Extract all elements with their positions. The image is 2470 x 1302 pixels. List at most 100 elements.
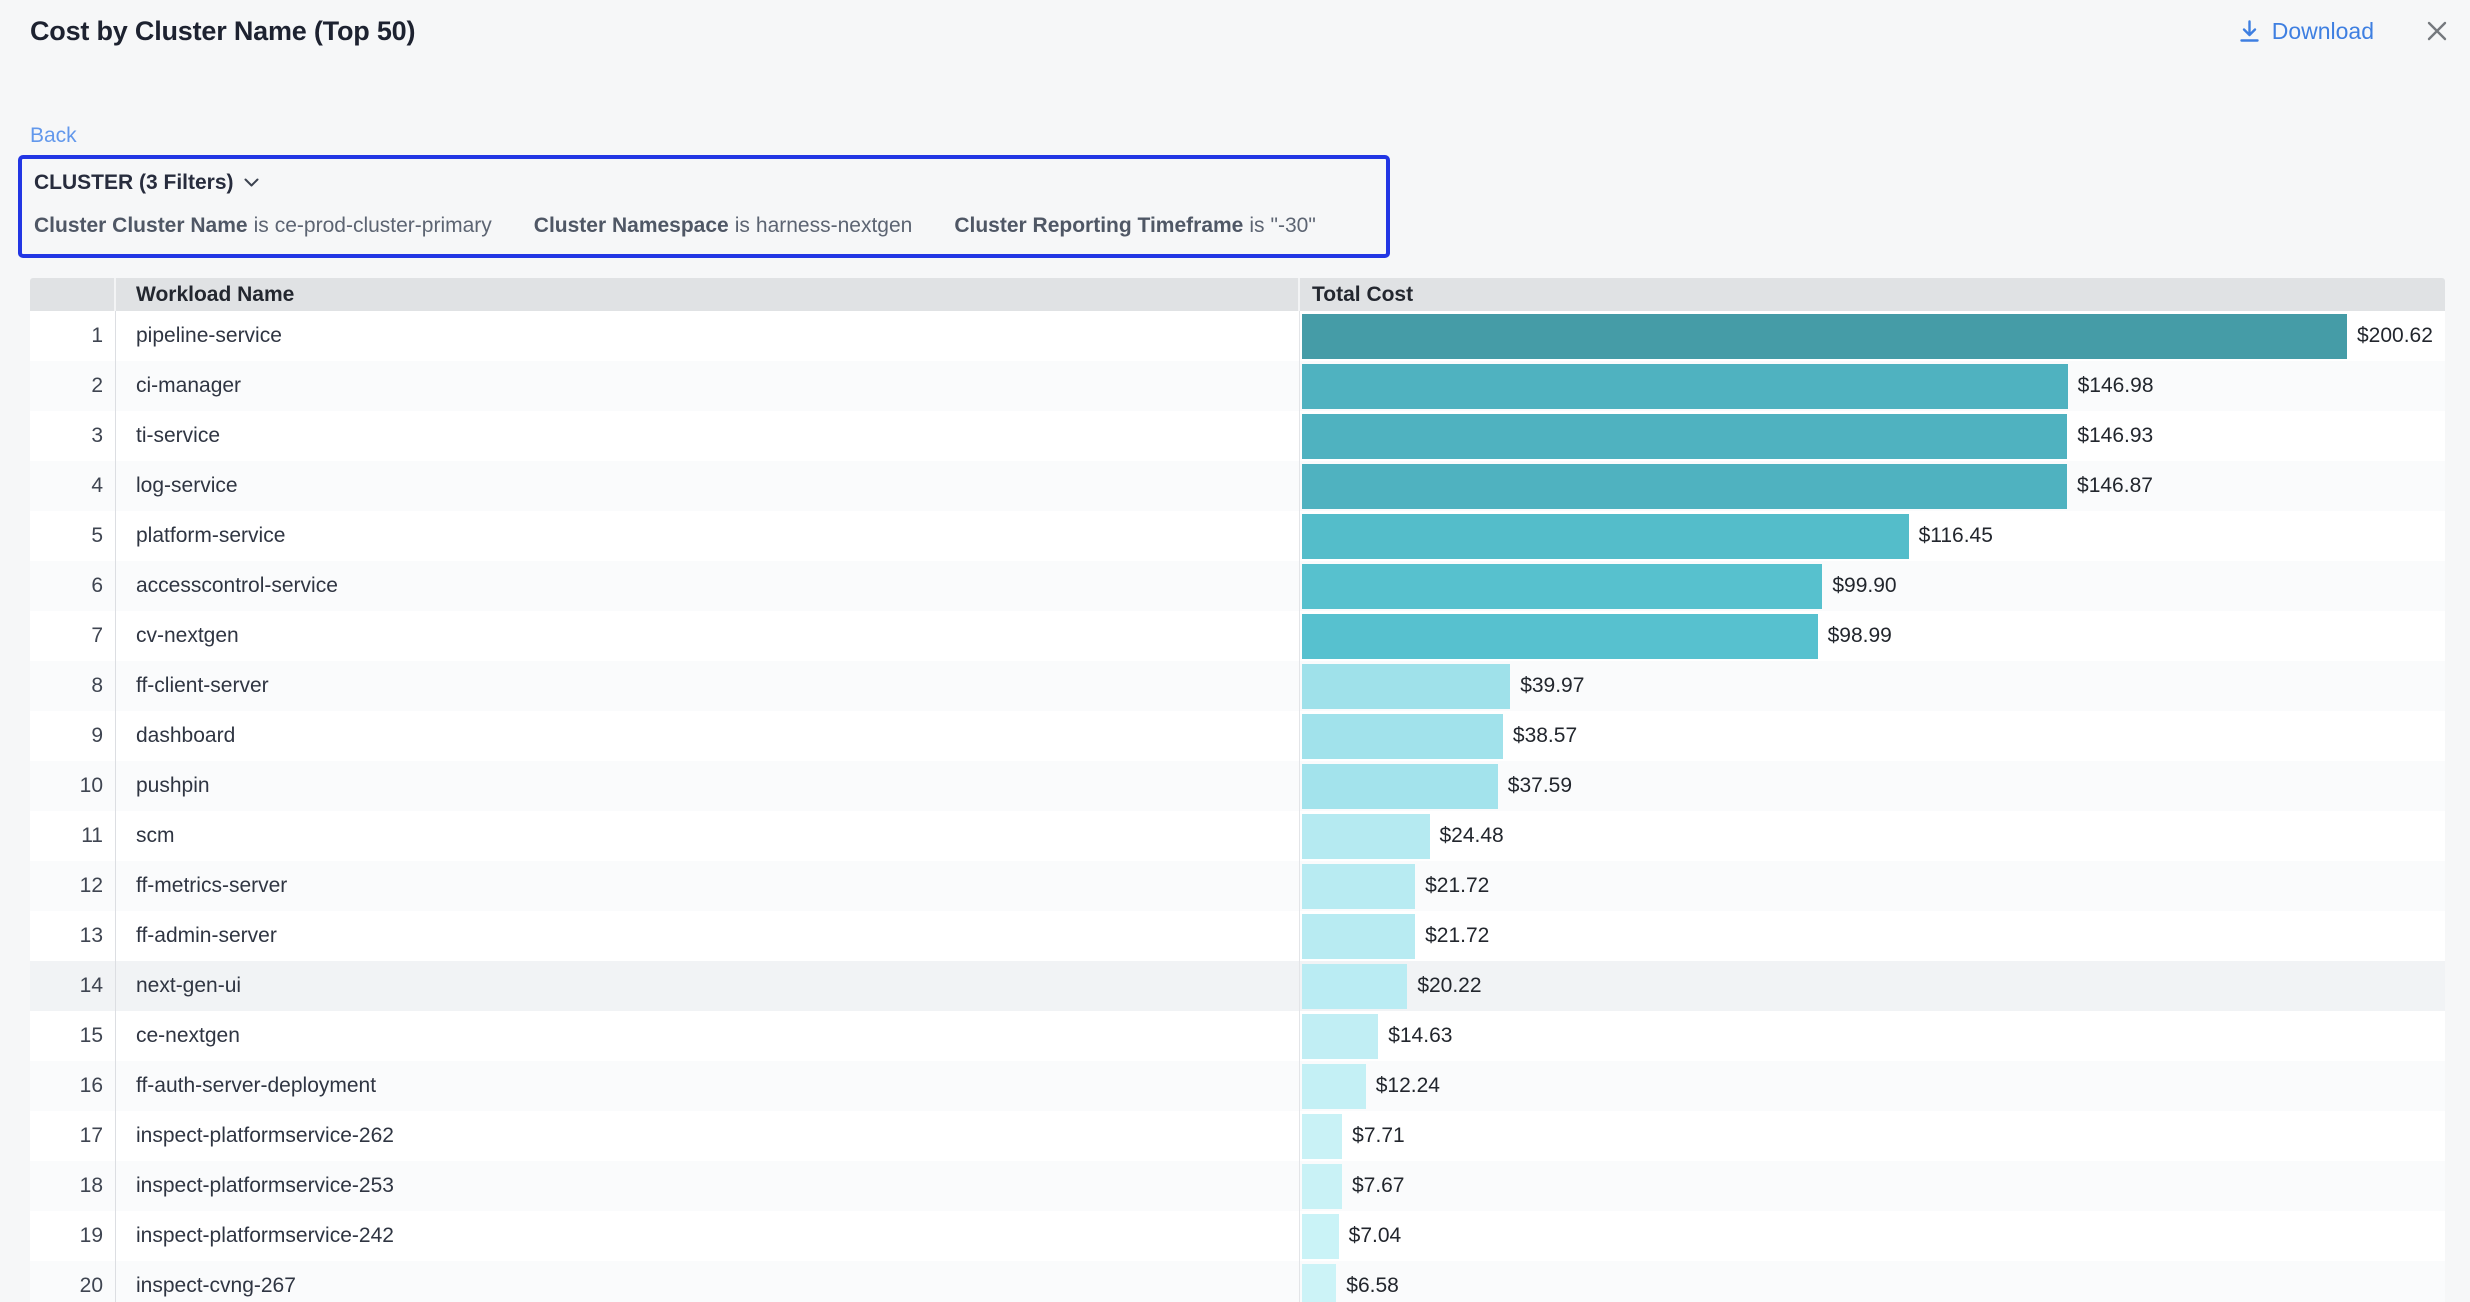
workload-name: ff-client-server [116, 661, 1300, 711]
table-row[interactable]: 16 ff-auth-server-deployment $12.24 [30, 1061, 2445, 1111]
table-row[interactable]: 14 next-gen-ui $20.22 [30, 961, 2445, 1011]
table-row[interactable]: 17 inspect-platformservice-262 $7.71 [30, 1111, 2445, 1161]
cost-value: $98.99 [1828, 624, 1892, 648]
filter-operator: is [254, 213, 269, 239]
table-row[interactable]: 1 pipeline-service $200.62 [30, 311, 2445, 361]
row-rank: 15 [30, 1011, 116, 1061]
row-rank: 8 [30, 661, 116, 711]
table-row[interactable]: 13 ff-admin-server $21.72 [30, 911, 2445, 961]
column-header-rank [30, 278, 116, 311]
cost-value: $14.63 [1388, 1024, 1452, 1048]
table-row[interactable]: 12 ff-metrics-server $21.72 [30, 861, 2445, 911]
cost-bar [1302, 364, 2068, 409]
close-button[interactable] [2422, 16, 2452, 46]
table-row[interactable]: 7 cv-nextgen $98.99 [30, 611, 2445, 661]
download-button[interactable]: Download [2238, 18, 2374, 45]
workload-name: inspect-cvng-267 [116, 1261, 1300, 1302]
table-row[interactable]: 19 inspect-platformservice-242 $7.04 [30, 1211, 2445, 1261]
cost-value: $21.72 [1425, 874, 1489, 898]
total-cost-cell: $21.72 [1300, 911, 2445, 961]
row-rank: 2 [30, 361, 116, 411]
table-row[interactable]: 11 scm $24.48 [30, 811, 2445, 861]
table-row[interactable]: 10 pushpin $37.59 [30, 761, 2445, 811]
cost-value: $39.97 [1520, 674, 1584, 698]
cost-value: $99.90 [1832, 574, 1896, 598]
workload-name: ce-nextgen [116, 1011, 1300, 1061]
back-link[interactable]: Back [30, 124, 77, 148]
cost-bar [1302, 764, 1498, 809]
header-actions: Download [2238, 14, 2452, 46]
cost-value: $21.72 [1425, 924, 1489, 948]
row-rank: 20 [30, 1261, 116, 1302]
table-row[interactable]: 8 ff-client-server $39.97 [30, 661, 2445, 711]
workload-name: scm [116, 811, 1300, 861]
filter-group-toggle[interactable]: CLUSTER (3 Filters) [34, 170, 1374, 195]
cost-bar [1302, 564, 1822, 609]
cost-bar [1302, 1164, 1342, 1209]
table-row[interactable]: 2 ci-manager $146.98 [30, 361, 2445, 411]
row-rank: 6 [30, 561, 116, 611]
download-icon [2238, 19, 2261, 44]
row-rank: 4 [30, 461, 116, 511]
total-cost-cell: $7.04 [1300, 1211, 2445, 1261]
total-cost-cell: $14.63 [1300, 1011, 2445, 1061]
cost-value: $20.22 [1417, 974, 1481, 998]
cost-bar [1302, 964, 1407, 1009]
total-cost-cell: $12.24 [1300, 1061, 2445, 1111]
workload-name: ff-auth-server-deployment [116, 1061, 1300, 1111]
workload-name: inspect-platformservice-262 [116, 1111, 1300, 1161]
workload-name: inspect-platformservice-242 [116, 1211, 1300, 1261]
workload-name: pushpin [116, 761, 1300, 811]
cost-value: $146.98 [2078, 374, 2154, 398]
workload-name: platform-service [116, 511, 1300, 561]
cost-value: $7.04 [1349, 1224, 1402, 1248]
total-cost-cell: $37.59 [1300, 761, 2445, 811]
total-cost-cell: $38.57 [1300, 711, 2445, 761]
table-row[interactable]: 3 ti-service $146.93 [30, 411, 2445, 461]
row-rank: 10 [30, 761, 116, 811]
filter-condition: Cluster Cluster Name is ce-prod-cluster-… [34, 213, 492, 239]
column-header-workload-name: Workload Name [116, 278, 1300, 311]
workload-name: log-service [116, 461, 1300, 511]
workload-name: ff-admin-server [116, 911, 1300, 961]
total-cost-cell: $99.90 [1300, 561, 2445, 611]
workload-name: pipeline-service [116, 311, 1300, 361]
table-row[interactable]: 6 accesscontrol-service $99.90 [30, 561, 2445, 611]
row-rank: 11 [30, 811, 116, 861]
cost-bar [1302, 714, 1503, 759]
workload-name: cv-nextgen [116, 611, 1300, 661]
cost-value: $37.59 [1508, 774, 1572, 798]
filter-condition: Cluster Reporting Timeframe is "-30" [954, 213, 1315, 239]
table-row[interactable]: 20 inspect-cvng-267 $6.58 [30, 1261, 2445, 1302]
row-rank: 7 [30, 611, 116, 661]
row-rank: 17 [30, 1111, 116, 1161]
table-row[interactable]: 18 inspect-platformservice-253 $7.67 [30, 1161, 2445, 1211]
table-row[interactable]: 4 log-service $146.87 [30, 461, 2445, 511]
total-cost-cell: $20.22 [1300, 961, 2445, 1011]
filter-field: Cluster Namespace [534, 213, 729, 239]
cost-value: $146.87 [2077, 474, 2153, 498]
page-title: Cost by Cluster Name (Top 50) [30, 14, 415, 48]
cost-bar [1302, 1214, 1339, 1259]
cost-bar [1302, 864, 1415, 909]
row-rank: 18 [30, 1161, 116, 1211]
filter-condition: Cluster Namespace is harness-nextgen [534, 213, 913, 239]
cost-value: $200.62 [2357, 324, 2433, 348]
cost-bar [1302, 814, 1430, 859]
total-cost-cell: $24.48 [1300, 811, 2445, 861]
cost-value: $12.24 [1376, 1074, 1440, 1098]
filter-conditions: Cluster Cluster Name is ce-prod-cluster-… [34, 213, 1374, 239]
chevron-down-icon [244, 178, 259, 188]
row-rank: 5 [30, 511, 116, 561]
table-row[interactable]: 9 dashboard $38.57 [30, 711, 2445, 761]
workload-name: inspect-platformservice-253 [116, 1161, 1300, 1211]
cost-bar [1302, 414, 2067, 459]
workload-name: ci-manager [116, 361, 1300, 411]
total-cost-cell: $98.99 [1300, 611, 2445, 661]
filter-operator: is [735, 213, 750, 239]
cost-value: $38.57 [1513, 724, 1577, 748]
table-row[interactable]: 5 platform-service $116.45 [30, 511, 2445, 561]
row-rank: 13 [30, 911, 116, 961]
table-row[interactable]: 15 ce-nextgen $14.63 [30, 1011, 2445, 1061]
cost-value: $6.58 [1346, 1274, 1399, 1298]
